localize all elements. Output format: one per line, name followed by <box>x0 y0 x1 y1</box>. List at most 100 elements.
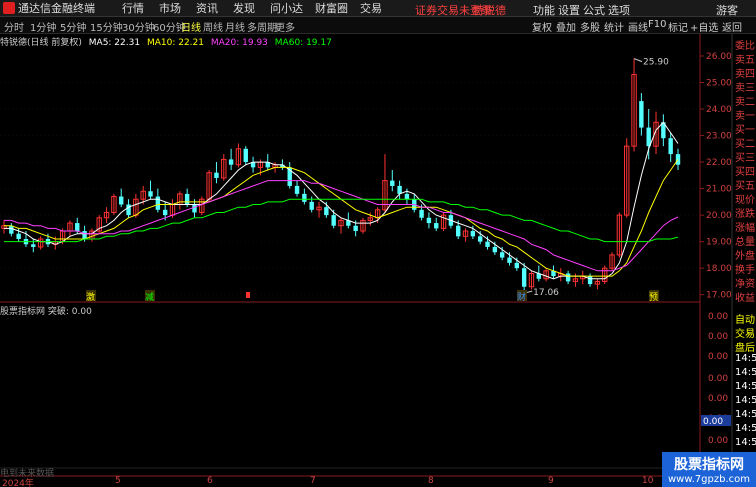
candlestick-chart[interactable]: 26.00 25.00 24.00 23.00 22.00 21.00 20.00 19.00… <box>0 0 756 487</box>
side-panel-label: 换手 <box>735 265 755 276</box>
price-tick-label: 22.00 <box>706 158 732 168</box>
side-panel-label: 自动 <box>735 315 755 326</box>
side-panel-label: 买一 <box>735 125 755 136</box>
candle-body <box>639 101 644 128</box>
indicator-tick-label: 0.00 <box>708 394 728 404</box>
side-panel-label: 14:50 <box>735 367 756 378</box>
x-axis: 2024年 5 6 7 8 9 10 <box>0 476 700 487</box>
candle-body <box>353 225 358 232</box>
candle-body <box>214 172 219 178</box>
candle-body <box>148 191 153 197</box>
candle-body <box>331 215 336 226</box>
side-panel-label: 涨幅 <box>735 223 755 234</box>
candle-body <box>485 241 490 247</box>
price-tick-label: 25.00 <box>706 78 732 88</box>
candle-body <box>184 193 190 205</box>
x-axis-label: 6 <box>207 476 213 486</box>
candle-body <box>426 217 432 224</box>
price-tick-label: 19.00 <box>706 238 732 248</box>
candle-body <box>521 268 527 287</box>
candle-body <box>456 225 461 237</box>
side-panel-label: 外盘 <box>735 251 755 262</box>
candle-body <box>434 223 439 229</box>
candle-body <box>492 246 498 253</box>
candle-body <box>155 196 161 210</box>
candle-body <box>302 193 307 202</box>
side-panel-label: 盘后 <box>735 343 755 354</box>
event-marker: 财 <box>517 291 526 303</box>
candle-body <box>294 185 300 194</box>
candle-body <box>243 148 248 163</box>
side-panel-label: 14:50 <box>735 353 756 364</box>
price-tick-label: 18.00 <box>706 264 732 274</box>
candle-body <box>668 138 673 155</box>
candle-body <box>507 257 512 263</box>
side-panel-label: 卖二 <box>735 97 755 108</box>
high-pointer <box>633 58 643 63</box>
candle-body <box>397 185 402 194</box>
candle-body <box>324 207 329 216</box>
candle-body <box>192 204 197 213</box>
candle-body <box>228 159 234 165</box>
side-panel-label: 买二 <box>735 139 755 150</box>
price-tick-label: 17.00 <box>706 291 732 301</box>
indicator-tick-label: 0.00 <box>708 332 728 342</box>
ma5-line <box>4 121 679 280</box>
candle-body <box>9 225 14 234</box>
side-panel-label: 14:56 <box>735 395 756 406</box>
event-marker: 预 <box>649 292 658 303</box>
side-panel-label: 14:56 <box>735 409 756 420</box>
candle-body <box>404 193 410 200</box>
indicator-tick-label: 0.00 <box>708 352 728 362</box>
candle-body <box>309 201 314 210</box>
candle-body <box>565 273 571 282</box>
high-price-label: 25.90 <box>643 58 669 68</box>
side-panel-label: 买三 <box>735 153 755 164</box>
watermark-logo: 股票指标网 www.7gpzb.com <box>662 452 756 487</box>
price-tick-label: 20.00 <box>706 211 732 221</box>
candle-body <box>390 180 395 186</box>
side-panel-label: 卖四 <box>735 69 755 80</box>
candle-body <box>587 276 593 285</box>
candle-body <box>419 209 424 218</box>
event-marker: 减 <box>145 291 154 303</box>
indicator-tick-label: 0.00 <box>708 436 728 446</box>
candle-body <box>119 196 124 205</box>
x-axis-label: 10 <box>642 476 654 486</box>
candle-body <box>162 209 168 216</box>
x-axis-label: 2024年 <box>2 479 34 487</box>
x-axis-label: 9 <box>548 476 554 486</box>
side-panel-label: 买五 <box>735 181 755 192</box>
side-panel-label: 委比 <box>735 41 755 52</box>
candle-body <box>470 231 476 237</box>
candle-body <box>31 244 36 247</box>
candle-body <box>82 231 87 239</box>
candle-body <box>499 252 505 258</box>
side-panel-label: 净资 <box>735 279 755 290</box>
low-price-label: 17.06 <box>533 288 559 298</box>
side-panel-label: 卖三 <box>735 83 755 94</box>
side-panel-label: 收益 <box>735 293 755 304</box>
price-tick-label: 26.00 <box>706 52 732 62</box>
indicator-marker-label: 0.00 <box>703 417 723 427</box>
indicator-tick-label: 0.00 <box>708 374 728 384</box>
side-panel-label: 总量 <box>735 237 755 248</box>
candle-body <box>16 233 21 239</box>
side-panel-label: 买四 <box>735 167 755 178</box>
price-tick-label: 23.00 <box>706 132 732 142</box>
side-panel-label: 交易 <box>735 329 755 340</box>
side-panel-label: 卖一 <box>735 111 755 122</box>
indicator-tick-label: 0.00 <box>708 312 728 322</box>
event-marker: 激 <box>86 291 95 303</box>
side-panel-label: 卖五 <box>735 55 755 66</box>
side-panel-label: 14:56 <box>735 437 756 448</box>
candle-body <box>75 223 80 232</box>
price-tick-label: 24.00 <box>706 105 732 115</box>
x-axis-label: 5 <box>115 476 121 486</box>
x-axis-label: 7 <box>310 476 316 486</box>
candle-body <box>514 262 520 269</box>
price-tick-label: 21.00 <box>706 185 732 195</box>
event-marker <box>246 292 250 298</box>
candle-body <box>477 236 483 242</box>
side-panel-label: 14:56 <box>735 423 756 434</box>
